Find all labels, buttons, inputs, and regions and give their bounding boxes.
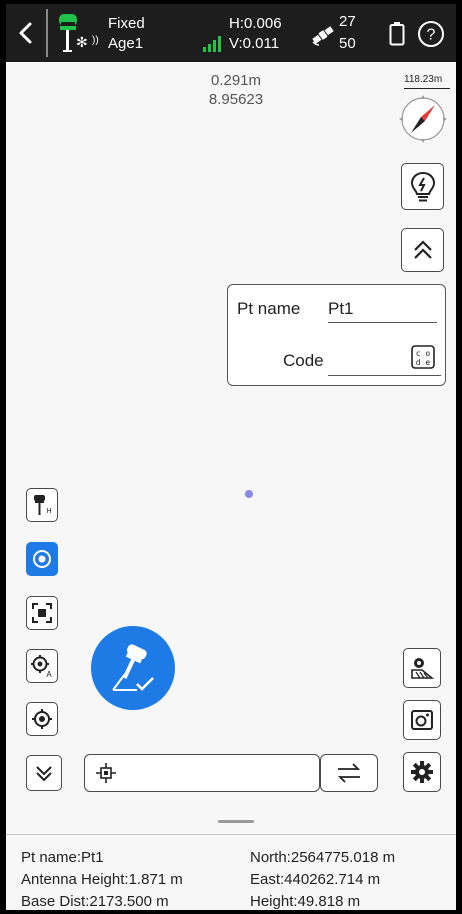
- back-icon: [19, 22, 32, 44]
- scale-label: 118.23m: [404, 74, 443, 85]
- v-precision: V:0.011: [229, 35, 280, 52]
- collapse-panel-button[interactable]: [401, 228, 444, 272]
- light-button[interactable]: [401, 163, 444, 210]
- compass-icon[interactable]: [398, 92, 448, 144]
- survey-point-icon: [112, 644, 154, 691]
- position-marker: [245, 490, 253, 498]
- target-a-icon: A: [31, 655, 52, 678]
- map-layer-icon: [411, 658, 434, 679]
- pt-name-label: Pt name: [237, 299, 301, 318]
- zoom-extent-icon: [32, 603, 52, 623]
- camera-icon: [411, 710, 433, 730]
- satellite-icon[interactable]: [310, 22, 336, 48]
- bluetooth-icon: ✻: [76, 34, 88, 50]
- antenna-height-button[interactable]: H: [26, 488, 58, 522]
- locate-button[interactable]: [26, 702, 58, 736]
- survey-point-button[interactable]: [91, 626, 175, 710]
- svg-text:d e: d e: [416, 358, 431, 367]
- distance-readout: 0.291m: [210, 72, 262, 89]
- code-icon: c o d e: [411, 345, 435, 369]
- zoom-extent-button[interactable]: [26, 596, 58, 630]
- code-list-button[interactable]: c o d e: [410, 344, 436, 370]
- info-pt-name: Pt name:Pt1: [21, 849, 104, 866]
- help-icon: ?: [418, 21, 444, 47]
- bearing-readout: 8.95623: [208, 91, 264, 108]
- sats-used: 27: [339, 13, 356, 30]
- svg-text:c o: c o: [416, 349, 431, 358]
- scale-bar: 118.23m: [404, 74, 450, 89]
- svg-text:A: A: [46, 670, 52, 678]
- drawer-handle[interactable]: [218, 820, 254, 823]
- map-canvas[interactable]: 0.291m 8.95623 118.23m Pt name Pt1 Code …: [6, 62, 456, 834]
- swap-icon: [337, 763, 361, 783]
- settings-button[interactable]: [403, 752, 441, 792]
- battery-icon[interactable]: [389, 22, 405, 46]
- info-east: East:440262.714 m: [250, 871, 381, 888]
- info-height: Height:49.818 m: [250, 893, 361, 910]
- survey-info-panel: Pt name:Pt1 Antenna Height:1.871 m Base …: [6, 834, 456, 910]
- help-button[interactable]: ?: [417, 20, 445, 48]
- h-precision: H:0.006: [229, 15, 282, 32]
- point-marker-icon: [96, 763, 116, 783]
- age-label: Age1: [108, 35, 144, 52]
- settings-icon: [411, 761, 433, 783]
- target-a-button[interactable]: A: [26, 649, 58, 683]
- point-select-field[interactable]: [84, 754, 320, 792]
- info-antenna-height: Antenna Height:1.871 m: [21, 871, 183, 888]
- antenna-height-icon: H: [34, 495, 52, 515]
- pt-name-underline: [328, 322, 437, 323]
- bulb-icon: [410, 171, 435, 201]
- divider: [46, 9, 48, 57]
- double-chevron-up-icon: [413, 240, 432, 259]
- back-button[interactable]: [14, 18, 38, 48]
- sats-total: 50: [339, 35, 356, 52]
- app-frame: ✻ )) Fixed Age1 H:0.006 V:0.011 27 50 ? …: [6, 4, 456, 910]
- svg-text:H: H: [46, 508, 51, 515]
- swap-button[interactable]: [320, 754, 378, 792]
- signal-dot: )): [92, 35, 99, 46]
- pt-name-input[interactable]: Pt1: [328, 299, 436, 319]
- stakeout-point-icon: [33, 550, 51, 568]
- fix-status: Fixed: [108, 15, 145, 32]
- locate-icon: [32, 709, 52, 729]
- signal-bars-icon: [202, 36, 224, 52]
- info-base-dist: Base Dist:2173.500 m: [21, 893, 169, 910]
- double-chevron-down-icon: [36, 766, 52, 782]
- camera-button[interactable]: [403, 700, 441, 740]
- status-bar: ✻ )) Fixed Age1 H:0.006 V:0.011 27 50 ?: [6, 4, 456, 62]
- info-north: North:2564775.018 m: [250, 849, 396, 866]
- code-underline: [328, 375, 441, 376]
- point-info-panel: Pt name Pt1 Code c o d e: [227, 284, 446, 386]
- expand-toolbar-button[interactable]: [26, 755, 62, 791]
- stakeout-point-button[interactable]: [26, 542, 58, 576]
- map-layer-button[interactable]: [403, 648, 441, 688]
- code-label: Code: [283, 351, 324, 370]
- svg-text:?: ?: [427, 27, 436, 44]
